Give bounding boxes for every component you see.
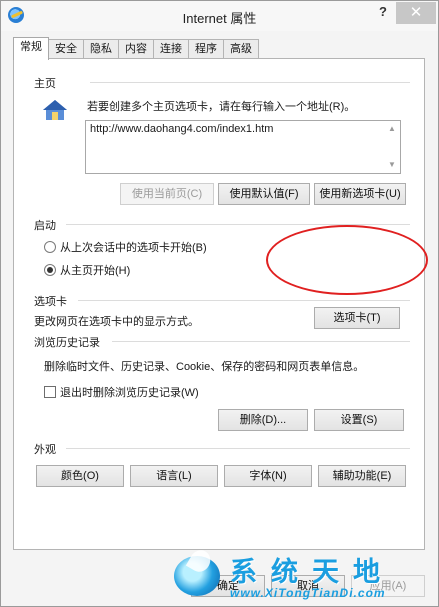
- radio-last-session-label: 从上次会话中的选项卡开始(B): [60, 242, 207, 254]
- tab-advanced[interactable]: 高级: [223, 39, 259, 59]
- divider: [90, 82, 410, 83]
- languages-button[interactable]: 语言(L): [130, 465, 218, 487]
- accessibility-button[interactable]: 辅助功能(E): [318, 465, 406, 487]
- watermark: 系统天地 www.XiTongTianDi.com: [170, 548, 438, 606]
- home-page-description: 若要创建多个主页选项卡，请在每行输入一个地址(R)。: [87, 101, 356, 113]
- startup-heading: 启动: [34, 220, 56, 232]
- divider: [78, 300, 410, 301]
- general-panel: 主页 若要创建多个主页选项卡，请在每行输入一个地址(R)。 http://www…: [13, 58, 425, 550]
- history-description: 删除临时文件、历史记录、Cookie、保存的密码和网页表单信息。: [44, 361, 365, 373]
- delete-on-exit-label: 退出时删除浏览历史记录(W): [60, 387, 199, 399]
- delete-history-button[interactable]: 删除(D)...: [218, 409, 308, 431]
- tabs-heading: 选项卡: [34, 296, 67, 308]
- watermark-url: www.XiTongTianDi.com: [230, 586, 386, 600]
- tab-general[interactable]: 常规: [13, 37, 49, 60]
- history-settings-button[interactable]: 设置(S): [314, 409, 404, 431]
- textarea-scrollbar[interactable]: ▲ ▼: [385, 122, 399, 172]
- radio-home-page[interactable]: [44, 264, 56, 276]
- radio-last-session[interactable]: [44, 241, 56, 253]
- tab-security[interactable]: 安全: [48, 39, 84, 59]
- scroll-down-icon[interactable]: ▼: [388, 160, 396, 169]
- tab-privacy[interactable]: 隐私: [83, 39, 119, 59]
- annotation-circle: [266, 225, 428, 295]
- scroll-up-icon[interactable]: ▲: [388, 124, 396, 133]
- internet-options-dialog: Internet 属性 ? ✕ 常规 安全 隐私 内容 连接 程序 高级 主页 …: [0, 0, 439, 607]
- help-button[interactable]: ?: [374, 4, 392, 22]
- close-button[interactable]: ✕: [396, 2, 436, 24]
- tab-content[interactable]: 内容: [118, 39, 154, 59]
- appearance-heading: 外观: [34, 444, 56, 456]
- use-current-button[interactable]: 使用当前页(C): [120, 183, 214, 205]
- home-icon: [43, 100, 67, 120]
- use-default-button[interactable]: 使用默认值(F): [218, 183, 310, 205]
- window-title: Internet 属性: [182, 11, 257, 26]
- history-heading: 浏览历史记录: [34, 337, 100, 349]
- radio-home-page-label: 从主页开始(H): [60, 265, 131, 277]
- colors-button[interactable]: 颜色(O): [36, 465, 124, 487]
- home-page-url: http://www.daohang4.com/index1.htm: [90, 123, 274, 135]
- tabs-description: 更改网页在选项卡中的显示方式。: [34, 316, 199, 328]
- tab-programs[interactable]: 程序: [188, 39, 224, 59]
- tabs-settings-button[interactable]: 选项卡(T): [314, 307, 400, 329]
- watermark-logo-icon: [174, 556, 220, 596]
- divider: [66, 448, 410, 449]
- title-bar[interactable]: Internet 属性 ? ✕: [1, 1, 438, 31]
- tab-connections[interactable]: 连接: [153, 39, 189, 59]
- use-new-tab-button[interactable]: 使用新选项卡(U): [314, 183, 406, 205]
- watermark-text: 系统天地: [230, 557, 394, 587]
- fonts-button[interactable]: 字体(N): [224, 465, 312, 487]
- home-page-heading: 主页: [34, 78, 56, 90]
- delete-on-exit-checkbox[interactable]: [44, 386, 56, 398]
- home-page-url-input[interactable]: http://www.daohang4.com/index1.htm ▲ ▼: [85, 120, 401, 174]
- divider: [112, 341, 410, 342]
